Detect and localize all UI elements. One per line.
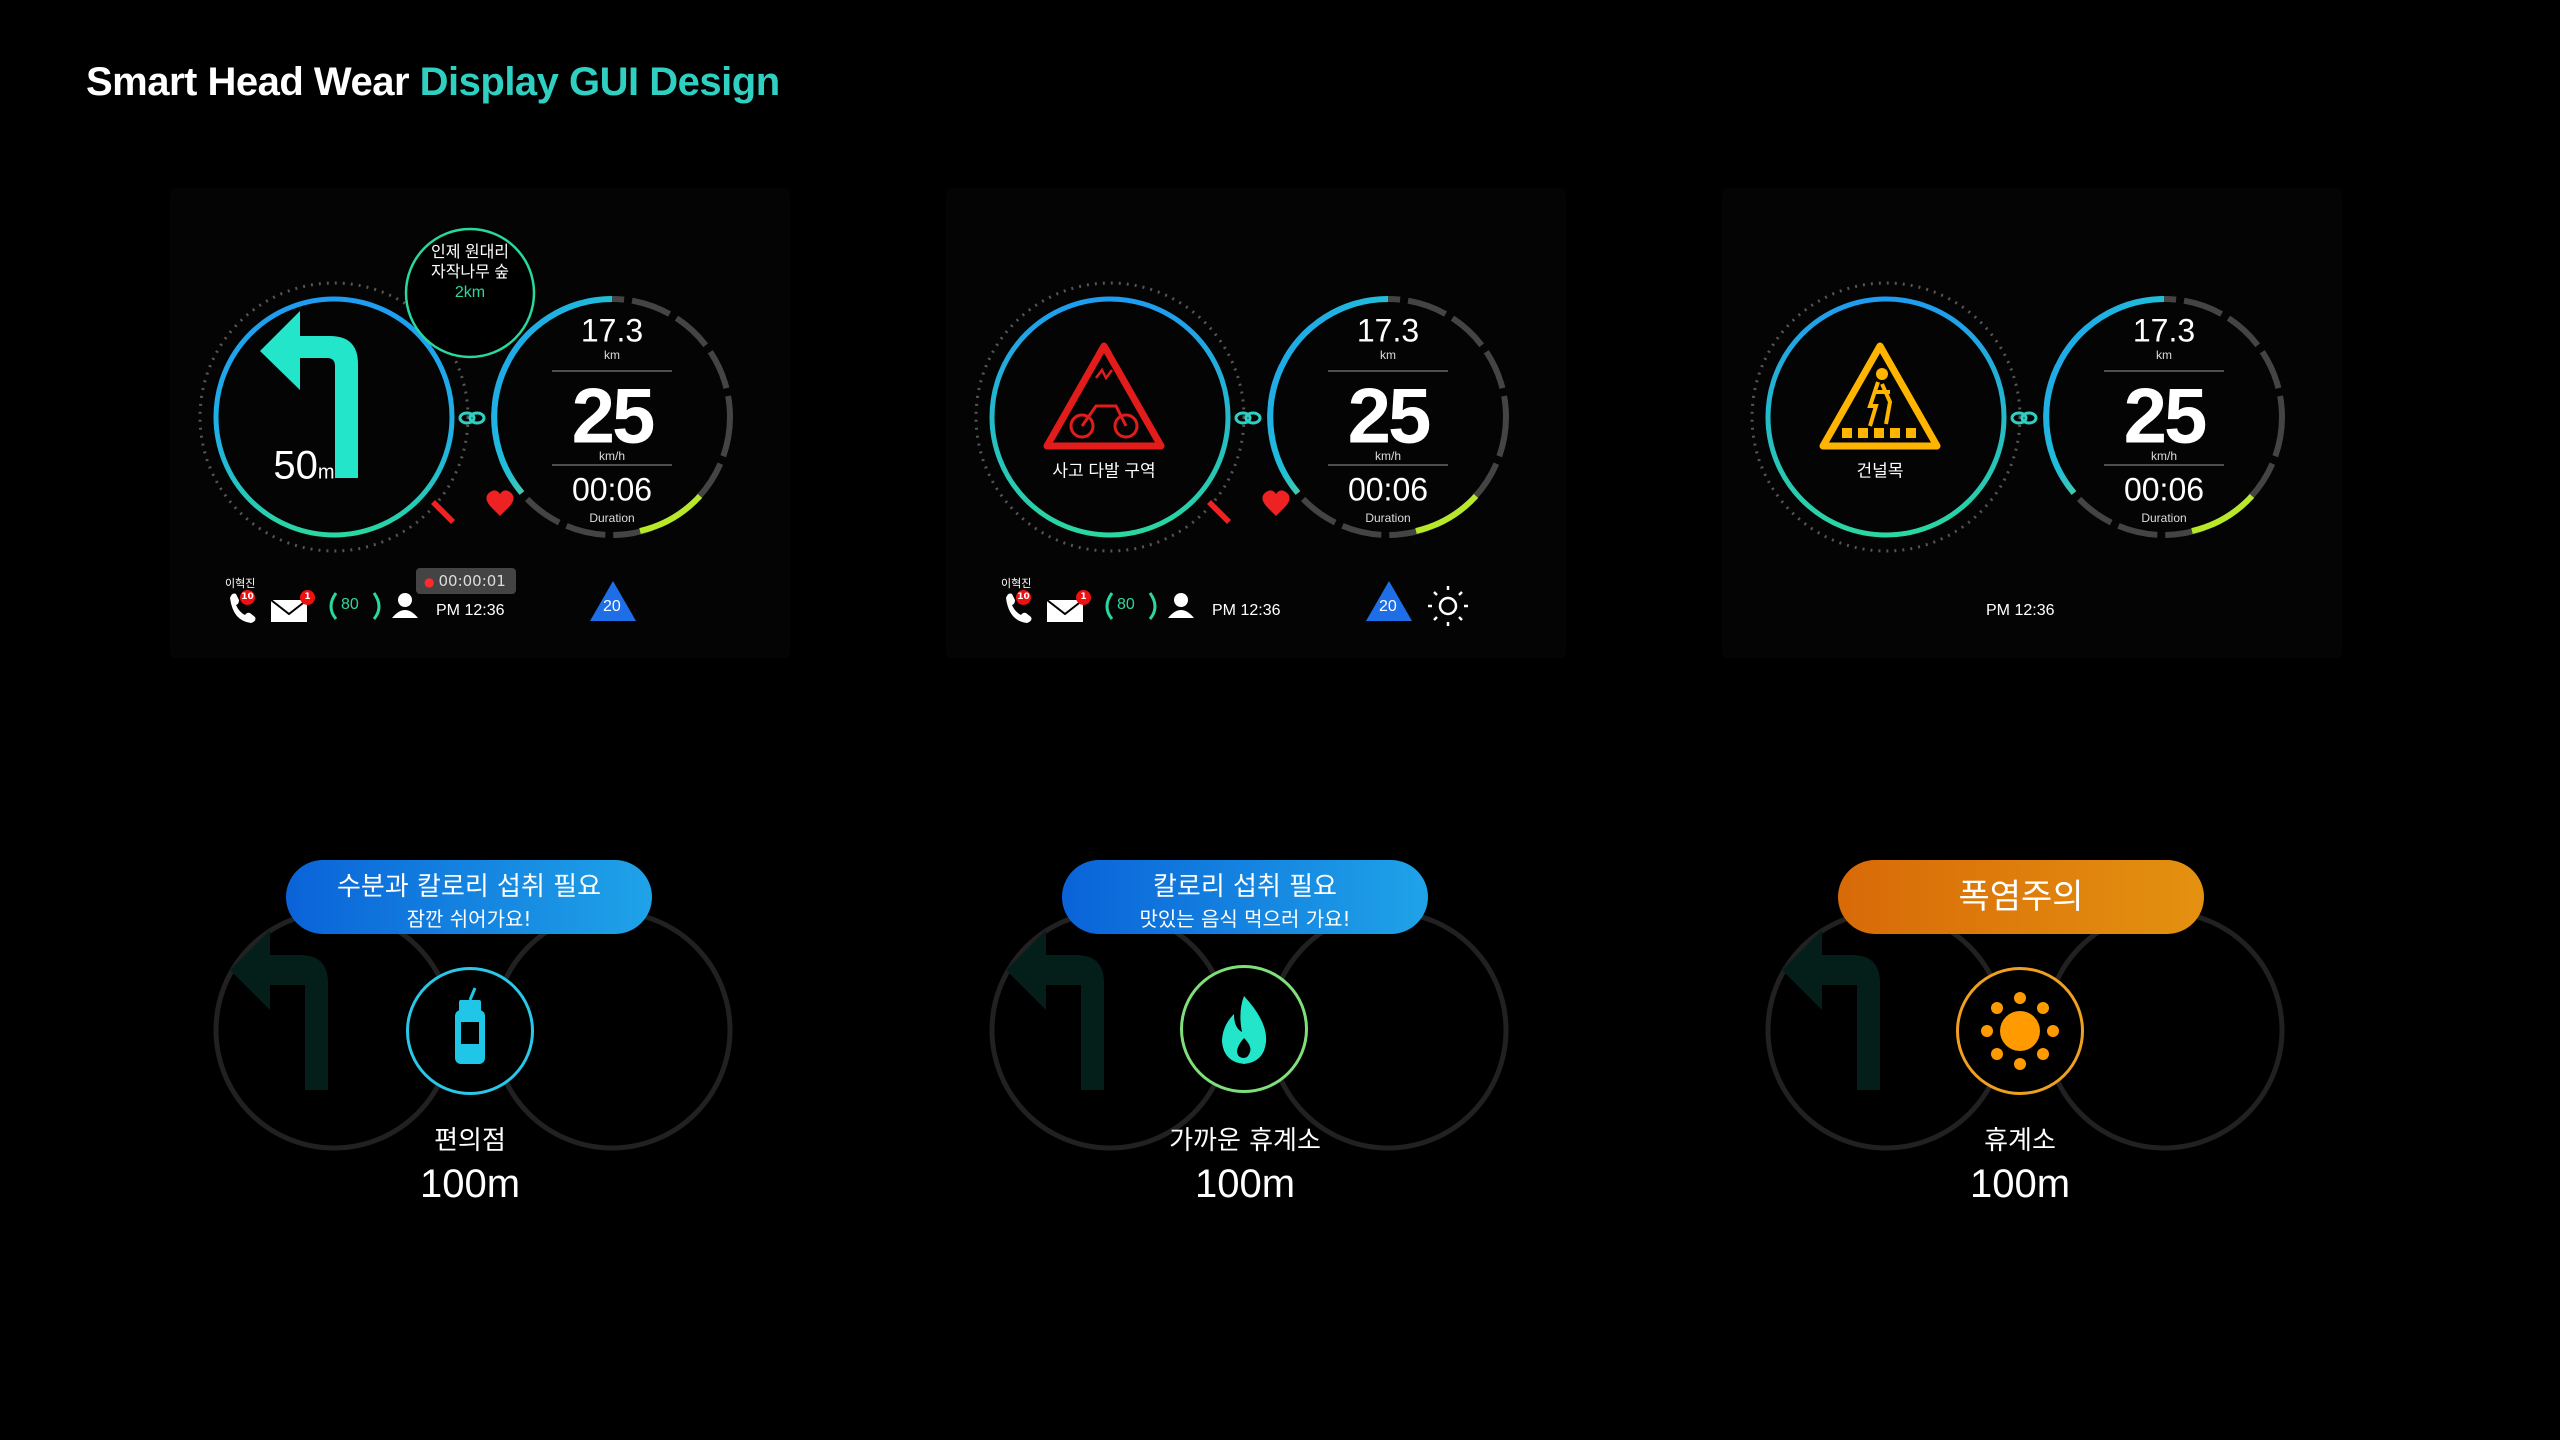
poi-name: 가까운 휴계소: [1169, 1126, 1321, 1156]
poi-circle[interactable]: [1180, 965, 1308, 1093]
speed-unit: km/h: [2150, 449, 2178, 463]
poi-name: 휴계소: [1984, 1126, 2056, 1156]
poi-distance: 100m: [1969, 1162, 2071, 1206]
altitude-value: 20: [1379, 598, 1397, 615]
distance-unit: km: [2156, 348, 2172, 362]
distance-unit: km: [604, 348, 620, 362]
user-name: 이혁진: [225, 578, 256, 590]
score-value: 80: [341, 596, 359, 613]
speed-value: 25: [2123, 371, 2208, 460]
poi-circle[interactable]: [406, 967, 534, 1095]
speed-unit: km/h: [598, 449, 626, 463]
poi-distance: 2km: [454, 284, 486, 301]
user-icon: [392, 593, 418, 618]
poi-circle[interactable]: [1956, 967, 2084, 1095]
hud-panel-accident-zone: 사고 다발 구역 17.3 km 25 km/h 00:06 Duration …: [946, 188, 1566, 658]
alert-line1: 수분과 칼로리 섭취 필요: [337, 872, 601, 902]
record-dot-icon: ●: [424, 575, 435, 589]
alert-line1: 칼로리 섭취 필요: [1153, 872, 1337, 902]
mail-badge: 1: [300, 590, 315, 605]
duration-label: Duration: [1365, 511, 1411, 525]
clock-time: PM 12:36: [1986, 602, 2055, 619]
duration-value: 00:06: [1347, 471, 1429, 508]
duration-value: 00:06: [571, 471, 653, 508]
speed-value: 25: [571, 371, 656, 460]
mail-icon: [1046, 599, 1084, 622]
distance-value: 17.3: [1356, 312, 1420, 349]
hud-panel-crosswalk: 건널목 17.3 km 25 km/h 00:06 Duration PM 12…: [1722, 188, 2342, 658]
speed-unit: km/h: [1374, 449, 1402, 463]
link-icon: [458, 411, 486, 425]
poi-distance: 100m: [419, 1162, 521, 1206]
pen-icon: [1207, 500, 1231, 524]
title-part1: Smart Head Wear: [86, 60, 410, 104]
distance-value: 17.3: [2132, 312, 2196, 349]
score-value: 80: [1117, 596, 1135, 613]
recording-timer[interactable]: ● 00:00:01: [416, 568, 516, 594]
user-name: 이혁진: [1001, 578, 1032, 590]
altitude-value: 20: [603, 598, 621, 615]
warning-label: 사고 다발 구역: [1052, 461, 1156, 481]
distance-value: 17.3: [580, 312, 644, 349]
left-ring: [213, 296, 455, 538]
duration-value: 00:06: [2123, 471, 2205, 508]
duration-label: Duration: [2141, 511, 2187, 525]
user-icon: [1168, 593, 1194, 618]
call-badge: 10: [240, 590, 255, 605]
pen-icon: [431, 500, 455, 524]
title-part2: Display GUI Design: [419, 60, 780, 104]
turn-distance-unit: m: [317, 461, 335, 484]
link-icon: [2010, 411, 2038, 425]
link-icon: [1234, 411, 1262, 425]
poi-name: 인제 원대리 자작나무 숲 2km: [431, 243, 509, 303]
poi-name: 편의점: [434, 1126, 506, 1156]
alert-line2: 잠깐 쉬어가요!: [406, 907, 532, 931]
mail-badge: 1: [1076, 590, 1091, 605]
distance-unit: km: [1380, 348, 1396, 362]
recording-time: 00:00:01: [438, 572, 506, 590]
turn-distance-value: 50: [273, 443, 318, 488]
turn-distance: 50m: [273, 444, 334, 489]
sun-hot-icon: [1981, 992, 2059, 1070]
panel-graphics: [974, 281, 1509, 626]
bicycle-warning-icon: [1043, 342, 1165, 450]
alert-pill[interactable]: 칼로리 섭취 필요 맛있는 음식 먹으러 가요!: [1062, 860, 1428, 934]
clock-time: PM 12:36: [436, 602, 505, 619]
drink-bottle-icon: [455, 987, 485, 1064]
duration-label: Duration: [589, 511, 635, 525]
warning-label: 건널목: [1856, 461, 1904, 481]
mail-icon: [270, 599, 308, 622]
hud-panel-navigation: 인제 원대리 자작나무 숲 2km 50m 17.3 km 25 km/h 00…: [170, 188, 790, 658]
clock-time: PM 12:36: [1212, 602, 1281, 619]
flame-icon: [1222, 996, 1267, 1064]
page-title: Smart Head Wear Display GUI Design: [86, 60, 780, 105]
sun-icon: [1428, 586, 1468, 626]
speed-value: 25: [1347, 371, 1432, 460]
poi-line2: 자작나무 숲: [430, 264, 510, 281]
alert-line1: 폭염주의: [1958, 877, 2084, 917]
poi-line1: 인제 원대리: [430, 244, 510, 261]
alert-pill[interactable]: 수분과 칼로리 섭취 필요 잠깐 쉬어가요!: [286, 860, 652, 934]
heart-icon: [1262, 490, 1290, 516]
call-badge: 10: [1016, 590, 1031, 605]
poi-distance: 100m: [1194, 1162, 1296, 1206]
crosswalk-warning-icon: [1819, 342, 1941, 450]
heart-icon: [486, 490, 514, 516]
alert-pill[interactable]: 폭염주의: [1838, 860, 2204, 934]
panel-graphics: [1750, 281, 2285, 553]
alert-line2: 맛있는 음식 먹으러 가요!: [1139, 907, 1351, 931]
